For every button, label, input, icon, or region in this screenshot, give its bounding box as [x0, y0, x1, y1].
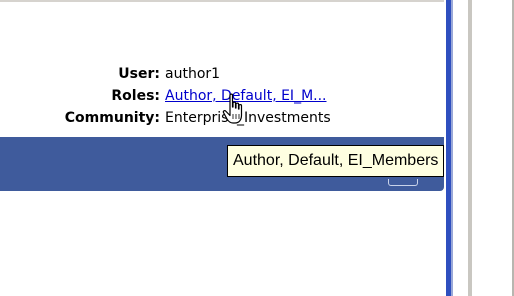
hand-pointer-icon	[222, 93, 243, 124]
user-label-wrap: User:	[0, 64, 160, 84]
roles-tooltip: Author, Default, EI_Members	[227, 145, 445, 177]
right-pane-border	[468, 0, 472, 296]
frame-divider-shadow	[451, 0, 453, 296]
portal-window: User: author1 Roles: Author, Default, EI…	[0, 0, 514, 296]
roles-label: Roles:	[111, 88, 160, 104]
roles-label-wrap: Roles:	[0, 86, 160, 106]
community-label: Community:	[64, 110, 160, 126]
user-label: User:	[118, 66, 160, 82]
community-label-wrap: Community:	[0, 108, 160, 128]
user-value: author1	[165, 66, 221, 82]
panel-top-border	[0, 0, 444, 2]
user-row: User: author1	[0, 64, 444, 84]
bar-button[interactable]	[388, 179, 418, 186]
